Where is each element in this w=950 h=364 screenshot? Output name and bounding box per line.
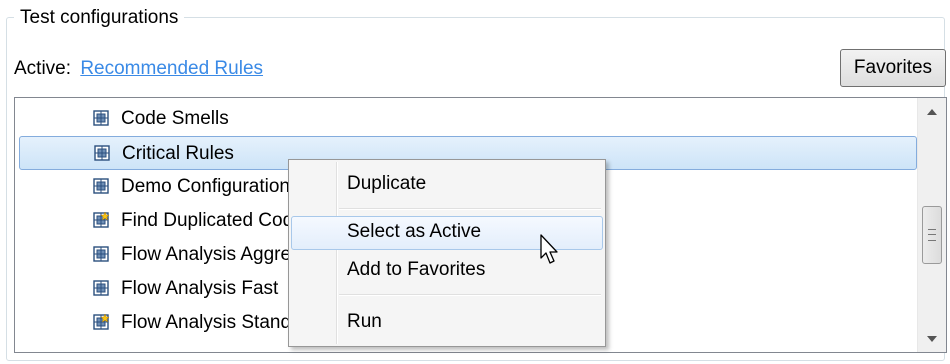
list-item[interactable]: Code Smells: [19, 102, 917, 136]
group-title: Test configurations: [14, 7, 185, 29]
scroll-up-arrow-icon[interactable]: [918, 98, 946, 126]
menu-item-duplicate[interactable]: Duplicate: [291, 168, 603, 202]
favorite-config-icon: [93, 212, 109, 228]
mouse-pointer-icon: [540, 234, 558, 264]
vertical-scrollbar[interactable]: [917, 98, 946, 352]
list-item-label: Find Duplicated Code: [121, 210, 304, 231]
list-item-label: Demo Configuration: [121, 176, 290, 197]
scrollbar-thumb[interactable]: [922, 206, 942, 264]
active-config-link[interactable]: Recommended Rules: [80, 58, 263, 79]
config-icon: [93, 110, 109, 126]
config-icon: [93, 178, 109, 194]
config-icon: [93, 280, 109, 296]
list-item-label: Critical Rules: [122, 143, 234, 164]
scroll-down-arrow-icon[interactable]: [918, 324, 946, 352]
favorites-button[interactable]: Favorites: [840, 49, 946, 87]
active-label: Active:: [14, 58, 72, 79]
list-item-label: Code Smells: [121, 108, 229, 129]
menu-separator: [339, 294, 601, 296]
list-item-label: Flow Analysis Fast: [121, 278, 279, 299]
grip-icon: [928, 229, 936, 241]
active-config-row: Active: Recommended Rules: [14, 56, 263, 82]
menu-separator: [339, 208, 601, 210]
menu-item-run[interactable]: Run: [291, 306, 603, 340]
config-icon: [94, 145, 110, 161]
config-icon: [93, 246, 109, 262]
favorite-config-icon: [93, 314, 109, 330]
